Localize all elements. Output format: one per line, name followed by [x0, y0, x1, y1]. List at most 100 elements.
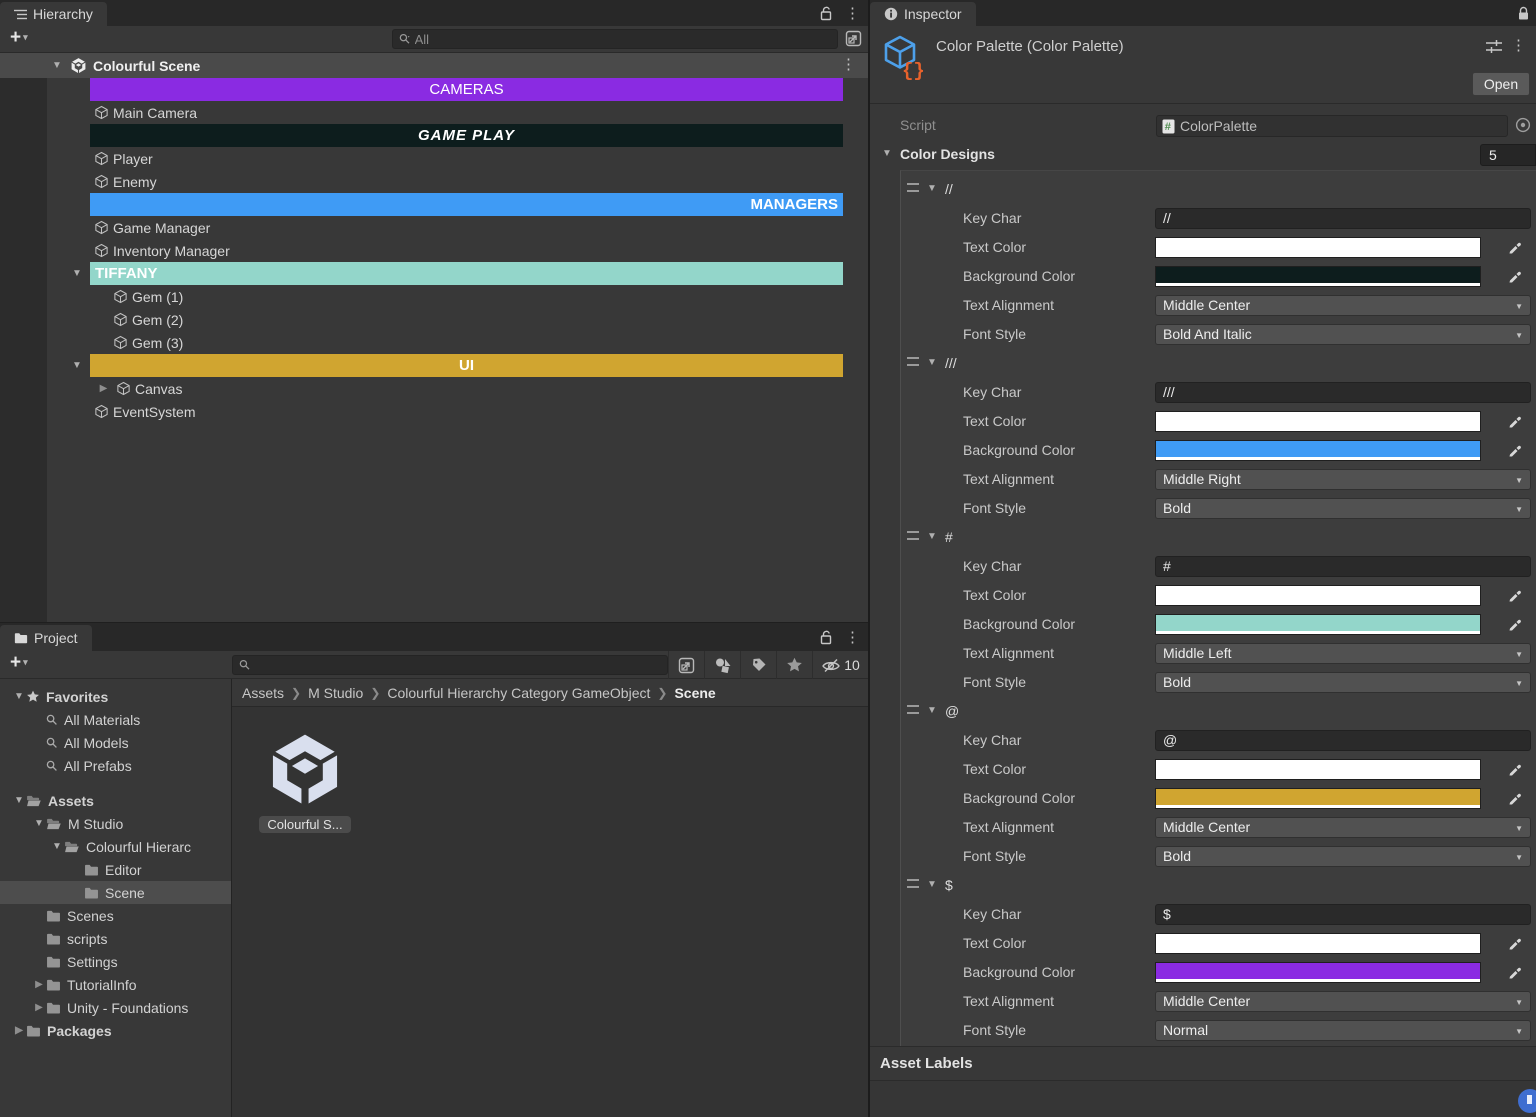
foldout-open-icon[interactable]: ▼: [12, 795, 26, 806]
font-style-dropdown[interactable]: Bold▼: [1155, 672, 1531, 693]
eyedropper-button[interactable]: [1503, 585, 1527, 606]
text-alignment-dropdown[interactable]: Middle Right▼: [1155, 469, 1531, 490]
open-button[interactable]: Open: [1472, 72, 1530, 96]
foldout-open-icon[interactable]: ▼: [70, 268, 84, 279]
text-color-swatch[interactable]: [1155, 585, 1481, 606]
eyedropper-button[interactable]: [1503, 759, 1527, 780]
breadcrumb-item[interactable]: M Studio: [308, 685, 363, 701]
design-element-header[interactable]: ▼//: [901, 175, 1536, 204]
hierarchy-item[interactable]: ▶Canvas: [0, 377, 868, 400]
hierarchy-category-bar[interactable]: CAMERAS: [0, 78, 868, 101]
eyedropper-button[interactable]: [1503, 266, 1527, 287]
project-tree-item-editor[interactable]: Editor: [0, 858, 231, 881]
kebab-icon[interactable]: ⋮: [843, 6, 862, 21]
key-char-field[interactable]: #: [1155, 556, 1531, 577]
key-char-field[interactable]: $: [1155, 904, 1531, 925]
project-tree-item-unity-foundations[interactable]: ▶Unity - Foundations: [0, 996, 231, 1019]
lock-open-icon[interactable]: [820, 6, 833, 21]
foldout-closed-icon[interactable]: ▶: [32, 979, 46, 990]
project-tree-item-all-materials[interactable]: All Materials: [0, 708, 231, 731]
project-tree-item-tutorialinfo[interactable]: ▶TutorialInfo: [0, 973, 231, 996]
lock-open-icon[interactable]: [820, 630, 833, 645]
notification-dot[interactable]: [1518, 1089, 1536, 1113]
project-tree-item-colourful-hierarc[interactable]: ▼Colourful Hierarc: [0, 835, 231, 858]
hierarchy-item[interactable]: Gem (3): [0, 331, 868, 354]
eyedropper-button[interactable]: [1503, 788, 1527, 809]
project-tree-item-settings[interactable]: Settings: [0, 950, 231, 973]
foldout-open-icon[interactable]: ▼: [925, 879, 939, 890]
eyedropper-button[interactable]: [1503, 440, 1527, 461]
text-color-swatch[interactable]: [1155, 933, 1481, 954]
key-char-field[interactable]: @: [1155, 730, 1531, 751]
project-tree-item-all-models[interactable]: All Models: [0, 731, 231, 754]
hidden-count-button[interactable]: 10: [812, 651, 868, 679]
project-tree-item-assets[interactable]: ▼Assets: [0, 789, 231, 812]
project-tree-item-favorites[interactable]: ▼Favorites: [0, 685, 231, 708]
text-color-swatch[interactable]: [1155, 237, 1481, 258]
background-color-swatch[interactable]: [1155, 962, 1481, 983]
hierarchy-item[interactable]: Player: [0, 147, 868, 170]
kebab-icon[interactable]: ⋮: [1509, 38, 1528, 53]
hierarchy-item[interactable]: Enemy: [0, 170, 868, 193]
hierarchy-item[interactable]: EventSystem: [0, 400, 868, 423]
shapes-filter-icon[interactable]: [704, 651, 740, 679]
foldout-open-icon[interactable]: ▼: [925, 705, 939, 716]
text-alignment-dropdown[interactable]: Middle Center▼: [1155, 817, 1531, 838]
kebab-icon[interactable]: ⋮: [843, 630, 862, 645]
eyedropper-button[interactable]: [1503, 614, 1527, 635]
eyedropper-button[interactable]: [1503, 933, 1527, 954]
breadcrumb-item[interactable]: Scene: [674, 685, 715, 701]
project-search-input[interactable]: [232, 655, 668, 675]
font-style-dropdown[interactable]: Bold▼: [1155, 498, 1531, 519]
lock-closed-icon[interactable]: [1517, 6, 1530, 21]
drag-handle-icon[interactable]: [907, 183, 919, 192]
breadcrumb-item[interactable]: Colourful Hierarchy Category GameObject: [387, 685, 650, 701]
text-alignment-dropdown[interactable]: Middle Center▼: [1155, 295, 1531, 316]
design-element-header[interactable]: ▼$: [901, 871, 1536, 900]
eyedropper-button[interactable]: [1503, 237, 1527, 258]
star-icon[interactable]: [776, 651, 812, 679]
presets-icon[interactable]: [1486, 39, 1502, 57]
key-char-field[interactable]: //: [1155, 208, 1531, 229]
foldout-open-icon[interactable]: ▼: [925, 531, 939, 542]
foldout-open-icon[interactable]: ▼: [70, 360, 84, 371]
font-style-dropdown[interactable]: Bold▼: [1155, 846, 1531, 867]
design-element-header[interactable]: ▼#: [901, 523, 1536, 552]
foldout-open-icon[interactable]: ▼: [880, 148, 894, 159]
background-color-swatch[interactable]: [1155, 788, 1481, 809]
array-size-field[interactable]: 5: [1480, 144, 1536, 166]
design-element-header[interactable]: ▼@: [901, 697, 1536, 726]
foldout-open-icon[interactable]: ▼: [32, 818, 46, 829]
foldout-open-icon[interactable]: ▼: [50, 841, 64, 852]
font-style-dropdown[interactable]: Bold And Italic▼: [1155, 324, 1531, 345]
asset-thumbnail-label[interactable]: Colourful S...: [259, 816, 350, 833]
add-asset-button[interactable]: +▾: [10, 652, 28, 674]
project-tree-item-scene[interactable]: Scene: [0, 881, 231, 904]
hierarchy-search-field[interactable]: [415, 32, 831, 47]
text-alignment-dropdown[interactable]: Middle Left▼: [1155, 643, 1531, 664]
scene-header-row[interactable]: ▼ Colourful Scene ⋮: [0, 53, 868, 78]
kebab-icon[interactable]: ⋮: [839, 57, 858, 72]
project-tree-item-all-prefabs[interactable]: All Prefabs: [0, 754, 231, 777]
background-color-swatch[interactable]: [1155, 266, 1481, 287]
breadcrumb-item[interactable]: Assets: [242, 685, 284, 701]
foldout-open-icon[interactable]: ▼: [50, 60, 64, 71]
asset-thumbnail[interactable]: Colourful S...: [259, 731, 351, 833]
hierarchy-item[interactable]: Main Camera: [0, 101, 868, 124]
foldout-closed-icon[interactable]: ▶: [95, 383, 112, 394]
drag-handle-icon[interactable]: [907, 705, 919, 714]
color-designs-header[interactable]: ▼ Color Designs 5: [870, 142, 1536, 168]
open-window-icon[interactable]: [668, 651, 704, 679]
hierarchy-item[interactable]: Gem (1): [0, 285, 868, 308]
hierarchy-category-bar[interactable]: GAME PLAY: [0, 124, 868, 147]
hierarchy-category-bar[interactable]: MANAGERS: [0, 193, 868, 216]
tab-inspector[interactable]: Inspector: [870, 2, 976, 26]
background-color-swatch[interactable]: [1155, 614, 1481, 635]
object-picker-icon[interactable]: [1515, 117, 1531, 136]
hierarchy-search-input[interactable]: [392, 29, 838, 49]
tab-project[interactable]: Project: [0, 625, 92, 651]
tab-hierarchy[interactable]: Hierarchy: [0, 2, 107, 26]
hierarchy-item[interactable]: Inventory Manager: [0, 239, 868, 262]
text-alignment-dropdown[interactable]: Middle Center▼: [1155, 991, 1531, 1012]
foldout-open-icon[interactable]: ▼: [925, 183, 939, 194]
